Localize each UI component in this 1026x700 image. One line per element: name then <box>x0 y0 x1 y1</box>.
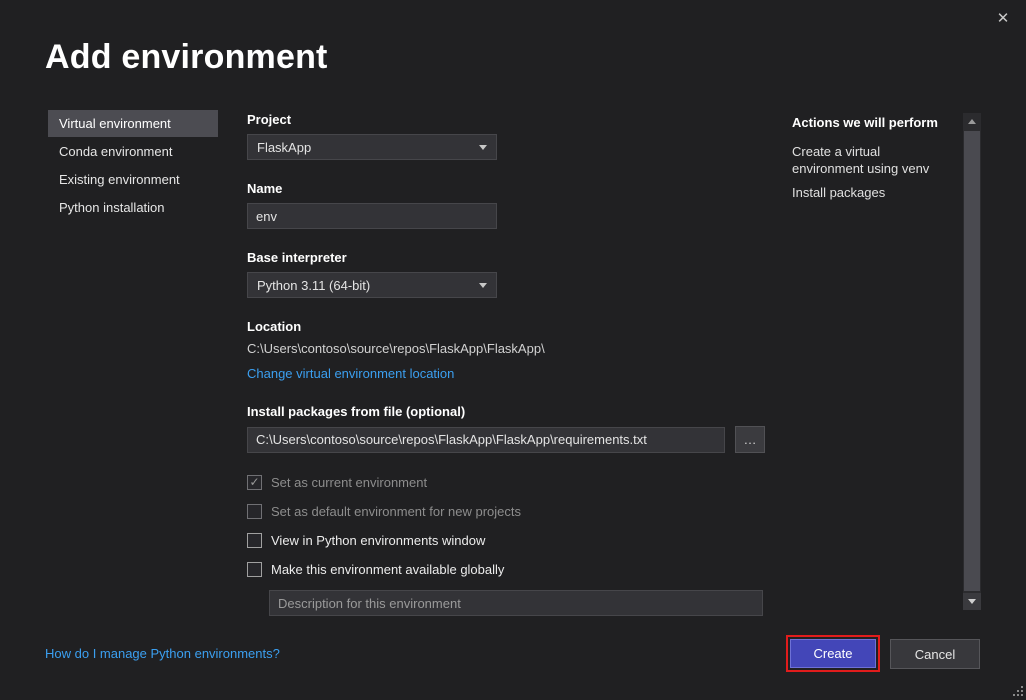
view-in-environments-checkbox[interactable] <box>247 533 262 548</box>
browse-button[interactable]: … <box>735 426 765 453</box>
location-path: C:\Users\contoso\source\repos\FlaskApp\F… <box>247 341 767 356</box>
actions-panel: Actions we will perform Create a virtual… <box>792 115 952 208</box>
install-packages-label: Install packages from file (optional) <box>247 404 767 419</box>
add-environment-dialog: ✕ Add environment Virtual environment Co… <box>0 0 1026 700</box>
help-link[interactable]: How do I manage Python environments? <box>45 646 280 661</box>
sidebar-item-existing-environment[interactable]: Existing environment <box>48 166 218 193</box>
name-label: Name <box>247 181 767 196</box>
set-as-current-label: Set as current environment <box>271 475 427 490</box>
name-input[interactable] <box>247 203 497 229</box>
description-input[interactable] <box>269 590 763 616</box>
create-button[interactable]: Create <box>790 639 876 668</box>
environment-form: Project FlaskApp Name Base interpreter P… <box>247 112 767 616</box>
scrollbar-down-icon[interactable] <box>963 593 981 610</box>
set-as-current-checkbox[interactable]: ✓ <box>247 475 262 490</box>
create-button-highlight: Create <box>786 635 880 672</box>
location-group: Location C:\Users\contoso\source\repos\F… <box>247 319 767 383</box>
base-interpreter-dropdown-value: Python 3.11 (64-bit) <box>257 278 370 293</box>
set-as-default-checkbox[interactable] <box>247 504 262 519</box>
project-dropdown[interactable]: FlaskApp <box>247 134 497 160</box>
available-globally-checkbox[interactable] <box>247 562 262 577</box>
chevron-down-icon <box>479 283 487 288</box>
project-label: Project <box>247 112 767 127</box>
base-interpreter-label: Base interpreter <box>247 250 767 265</box>
base-interpreter-group: Base interpreter Python 3.11 (64-bit) <box>247 250 767 298</box>
name-group: Name <box>247 181 767 229</box>
checkbox-row-set-as-current[interactable]: ✓ Set as current environment <box>247 474 767 490</box>
scrollbar-thumb[interactable] <box>964 131 980 591</box>
environment-type-sidebar: Virtual environment Conda environment Ex… <box>48 110 218 222</box>
description-wrap <box>269 590 767 616</box>
sidebar-item-virtual-environment[interactable]: Virtual environment <box>48 110 218 137</box>
change-location-link[interactable]: Change virtual environment location <box>247 366 454 381</box>
available-globally-label: Make this environment available globally <box>271 562 504 577</box>
project-dropdown-value: FlaskApp <box>257 140 311 155</box>
checkbox-row-available-globally[interactable]: Make this environment available globally <box>247 561 767 577</box>
project-group: Project FlaskApp <box>247 112 767 160</box>
install-packages-group: Install packages from file (optional) … <box>247 404 767 453</box>
chevron-down-icon <box>479 145 487 150</box>
sidebar-item-conda-environment[interactable]: Conda environment <box>48 138 218 165</box>
actions-panel-title: Actions we will perform <box>792 115 952 130</box>
vertical-scrollbar[interactable] <box>963 113 981 610</box>
set-as-default-label: Set as default environment for new proje… <box>271 504 521 519</box>
install-packages-input[interactable] <box>247 427 725 453</box>
checkbox-row-view-in-environments[interactable]: View in Python environments window <box>247 532 767 548</box>
action-item: Install packages <box>792 184 952 201</box>
action-item: Create a virtual environment using venv <box>792 143 952 177</box>
base-interpreter-dropdown[interactable]: Python 3.11 (64-bit) <box>247 272 497 298</box>
location-label: Location <box>247 319 767 334</box>
dialog-title: Add environment <box>45 38 328 77</box>
resize-grip-icon[interactable] <box>1011 685 1024 698</box>
scrollbar-up-icon[interactable] <box>963 113 981 130</box>
view-in-environments-label: View in Python environments window <box>271 533 485 548</box>
cancel-button[interactable]: Cancel <box>890 639 980 669</box>
close-icon[interactable]: ✕ <box>992 8 1014 30</box>
sidebar-item-python-installation[interactable]: Python installation <box>48 194 218 221</box>
checkbox-row-set-as-default[interactable]: Set as default environment for new proje… <box>247 503 767 519</box>
